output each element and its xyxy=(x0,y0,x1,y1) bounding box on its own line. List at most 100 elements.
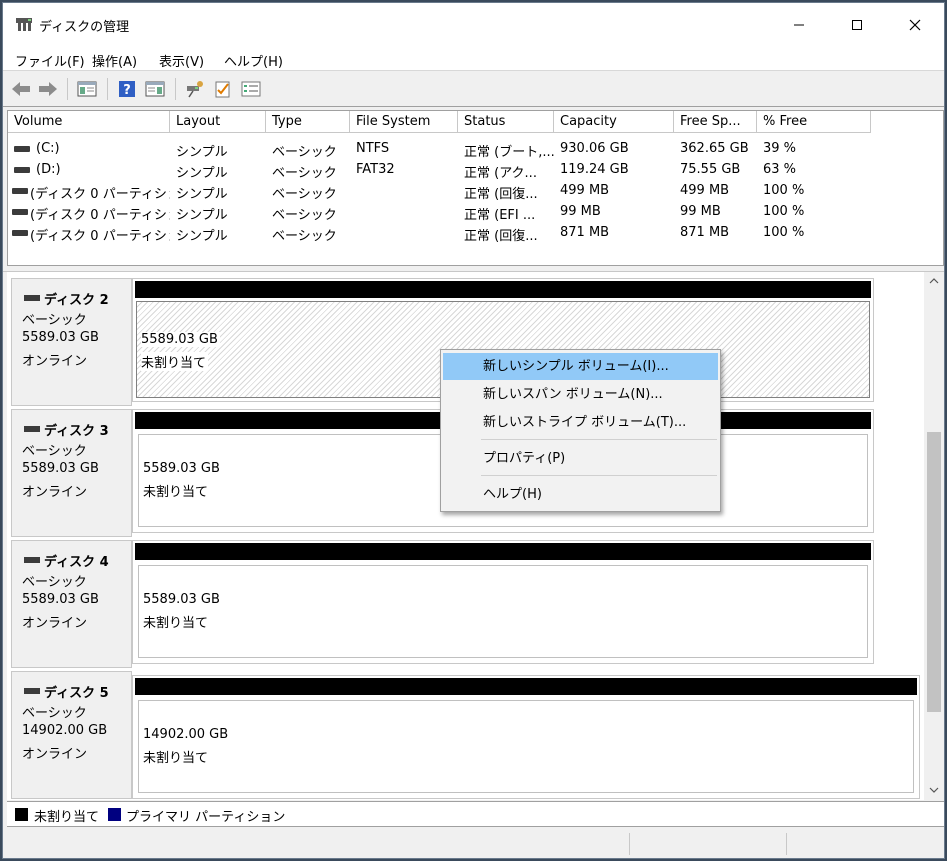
cell-free-space: 499 MB xyxy=(680,183,730,198)
cell-status: 正常 (EFI ... xyxy=(464,208,536,223)
forward-button[interactable] xyxy=(36,78,60,100)
cell-volume: (ディスク 0 パーティショ... xyxy=(30,229,170,244)
minimize-icon xyxy=(794,24,804,26)
svg-text:?: ? xyxy=(123,83,131,98)
menu-properties[interactable]: プロパティ(P) xyxy=(443,445,718,472)
menu-file[interactable]: ファイル(F) xyxy=(15,51,85,70)
forward-arrow-icon xyxy=(39,82,57,96)
column-header-type[interactable]: Type xyxy=(266,111,350,133)
disk-name-text: ディスク 2 xyxy=(44,293,109,308)
cell-volume: (ディスク 0 パーティショ... xyxy=(30,208,170,223)
disk-status: オンライン xyxy=(22,747,88,762)
minimize-button[interactable] xyxy=(770,3,828,47)
unallocated-partition[interactable]: 5589.03 GB 未割り当て xyxy=(138,565,868,658)
drive-icon xyxy=(12,188,28,194)
legend-bar: 未割り当て プライマリ パーティション xyxy=(7,801,944,827)
partition-state: 未割り当て xyxy=(143,612,211,631)
cell-capacity: 930.06 GB xyxy=(560,141,629,156)
close-icon xyxy=(909,19,921,31)
checklist-icon xyxy=(215,81,230,98)
cell-percent-free: 63 % xyxy=(763,162,797,177)
check-button[interactable] xyxy=(211,78,235,100)
menu-help-item[interactable]: ヘルプ(H) xyxy=(443,481,718,508)
drive-icon xyxy=(14,146,30,152)
partition-state: 未割り当て xyxy=(143,747,211,766)
partition-size: 14902.00 GB xyxy=(143,727,231,742)
disk-label-5[interactable]: ディスク 5 ベーシック 14902.00 GB オンライン xyxy=(11,671,132,799)
menu-action[interactable]: 操作(A) xyxy=(92,51,137,70)
vertical-scrollbar[interactable] xyxy=(924,272,944,800)
show-action-pane-button[interactable] xyxy=(143,78,167,100)
cell-capacity: 499 MB xyxy=(560,183,610,198)
unallocated-bar xyxy=(135,281,871,298)
table-row[interactable]: (ディスク 0 パーティショ... シンプル ベーシック 正常 (回復... 8… xyxy=(8,223,943,244)
disk-label-2[interactable]: ディスク 2 ベーシック 5589.03 GB オンライン xyxy=(11,278,132,406)
disk-name: ディスク 2 xyxy=(24,289,109,308)
status-separator xyxy=(786,833,787,855)
table-row[interactable]: (C:) シンプル ベーシック NTFS 正常 (ブート,... 930.06 … xyxy=(8,139,943,160)
disk-label-4[interactable]: ディスク 4 ベーシック 5589.03 GB オンライン xyxy=(11,540,132,668)
partition-state: 未割り当て xyxy=(141,352,209,371)
column-header-free-space[interactable]: Free Sp... xyxy=(674,111,757,133)
toolbar-separator xyxy=(175,78,176,100)
legend-primary-partition: プライマリ パーティション xyxy=(126,810,286,825)
menu-new-spanned-volume[interactable]: 新しいスパン ボリューム(N)... xyxy=(443,381,718,408)
menu-view[interactable]: 表示(V) xyxy=(159,51,204,70)
connect-drive-button[interactable] xyxy=(183,78,207,100)
table-row[interactable]: (ディスク 0 パーティショ... シンプル ベーシック 正常 (回復... 4… xyxy=(8,181,943,202)
disk-management-window: ディスクの管理 ファイル(F) 操作(A) 表示(V) ヘルプ(H) ? Vol… xyxy=(2,2,945,859)
cell-type: ベーシック xyxy=(272,166,337,181)
column-header-capacity[interactable]: Capacity xyxy=(554,111,674,133)
back-button[interactable] xyxy=(9,78,33,100)
column-header-filesystem[interactable]: File System xyxy=(350,111,458,133)
maximize-button[interactable] xyxy=(828,3,886,47)
column-header-status[interactable]: Status xyxy=(458,111,554,133)
disk-size: 5589.03 GB xyxy=(22,461,99,476)
context-menu: 新しいシンプル ボリューム(I)... 新しいスパン ボリューム(N)... 新… xyxy=(440,349,721,512)
back-arrow-icon xyxy=(12,82,30,96)
disk-icon xyxy=(24,687,40,694)
scroll-down-icon[interactable] xyxy=(929,786,939,794)
unallocated-partition[interactable]: 14902.00 GB 未割り当て xyxy=(138,700,914,793)
console-tree-icon xyxy=(77,81,97,97)
scrollbar-thumb[interactable] xyxy=(927,432,941,712)
close-button[interactable] xyxy=(886,3,944,47)
table-row[interactable]: (ディスク 0 パーティショ... シンプル ベーシック 正常 (EFI ...… xyxy=(8,202,943,223)
cell-volume: (C:) xyxy=(36,141,60,156)
disk-label-3[interactable]: ディスク 3 ベーシック 5589.03 GB オンライン xyxy=(11,409,132,537)
cell-percent-free: 100 % xyxy=(763,183,805,198)
cell-status: 正常 (回復... xyxy=(464,187,538,202)
cell-free-space: 362.65 GB xyxy=(680,141,749,156)
unallocated-bar xyxy=(135,678,917,695)
disk-icon xyxy=(24,556,40,563)
disk-type: ベーシック xyxy=(22,706,87,721)
cell-free-space: 99 MB xyxy=(680,204,721,219)
menu-help[interactable]: ヘルプ(H) xyxy=(224,51,283,70)
menu-separator xyxy=(481,475,717,476)
cell-percent-free: 100 % xyxy=(763,225,805,240)
partition-size: 5589.03 GB xyxy=(141,332,220,347)
table-row[interactable]: (D:) シンプル ベーシック FAT32 正常 (アク... 119.24 G… xyxy=(8,160,943,181)
disk-name-text: ディスク 5 xyxy=(44,686,109,701)
disk-type: ベーシック xyxy=(22,313,87,328)
column-header-volume[interactable]: Volume xyxy=(8,111,170,133)
window-title: ディスクの管理 xyxy=(39,20,130,35)
disk-area-4: 5589.03 GB 未割り当て xyxy=(132,540,874,664)
unallocated-bar xyxy=(135,543,871,560)
show-hide-tree-button[interactable] xyxy=(75,78,99,100)
cell-filesystem: FAT32 xyxy=(356,162,395,177)
column-header-percent-free[interactable]: % Free xyxy=(757,111,871,133)
properties-button[interactable] xyxy=(239,78,263,100)
cell-layout: シンプル xyxy=(176,229,228,244)
column-header-layout[interactable]: Layout xyxy=(170,111,266,133)
menu-new-striped-volume[interactable]: 新しいストライプ ボリューム(T)... xyxy=(443,409,718,436)
cell-type: ベーシック xyxy=(272,187,337,202)
drive-connect-icon xyxy=(187,81,203,98)
menu-new-simple-volume[interactable]: 新しいシンプル ボリューム(I)... xyxy=(443,353,718,380)
cell-volume: (ディスク 0 パーティショ... xyxy=(30,187,170,202)
help-button[interactable]: ? xyxy=(115,78,139,100)
cell-percent-free: 39 % xyxy=(763,141,797,156)
disk-icon xyxy=(24,425,40,432)
scroll-up-icon[interactable] xyxy=(929,277,939,285)
legend-unallocated: 未割り当て xyxy=(34,810,100,825)
